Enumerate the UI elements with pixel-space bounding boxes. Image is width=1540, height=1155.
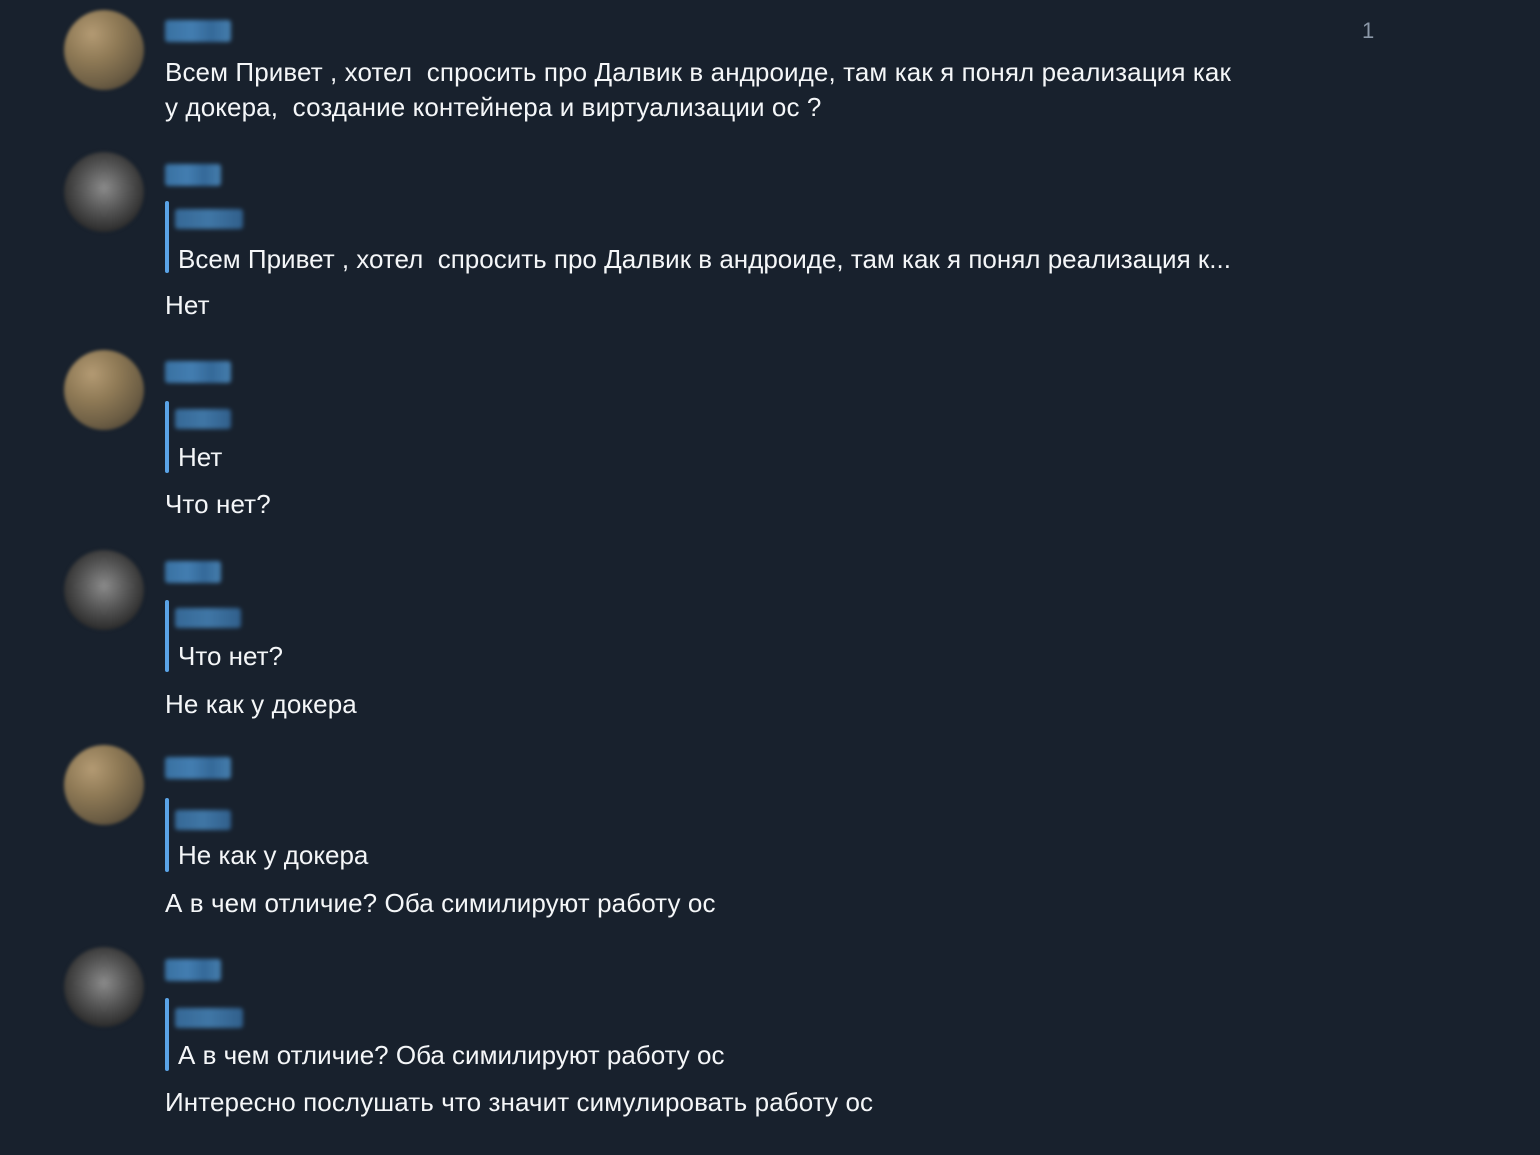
message-5: Не как у докера А в чем отличие? Оба сим… — [0, 745, 1540, 925]
blurred-username[interactable] — [165, 959, 221, 981]
quote-bar — [165, 600, 169, 672]
message-text: Что нет? — [165, 489, 271, 519]
blurred-quote-author — [175, 810, 231, 830]
message-text: Интересно послушать что значит симулиров… — [165, 1087, 874, 1117]
message-text-line-2: у докера, создание контейнера и виртуали… — [165, 92, 822, 122]
message-6: А в чем отличие? Оба симилируют работу о… — [0, 945, 1540, 1135]
message-text: Не как у докера — [165, 689, 357, 719]
quote-text: Не как у докера — [178, 840, 369, 870]
quote-text: Что нет? — [178, 641, 283, 671]
reply-quote[interactable]: А в чем отличие? Оба симилируют работу о… — [165, 998, 1395, 1071]
blurred-username[interactable] — [165, 20, 231, 42]
user-avatar[interactable] — [64, 745, 144, 825]
user-avatar[interactable] — [64, 947, 144, 1027]
reply-quote[interactable]: Нет — [165, 401, 1395, 473]
message-text: Нет — [165, 290, 210, 320]
quote-text: Всем Привет , хотел спросить про Далвик … — [178, 244, 1231, 274]
message-4: Что нет? Не как у докера — [0, 545, 1540, 725]
message-text: А в чем отличие? Оба симилируют работу о… — [165, 888, 716, 918]
message-3: Нет Что нет? — [0, 345, 1540, 525]
quote-bar — [165, 401, 169, 473]
message-text-line-1: Всем Привет , хотел спросить про Далвик … — [165, 57, 1231, 87]
blurred-username[interactable] — [165, 164, 221, 186]
user-avatar[interactable] — [64, 350, 144, 430]
blurred-quote-author — [175, 409, 231, 429]
unread-counter: 1 — [1362, 18, 1375, 43]
reply-quote[interactable]: Не как у докера — [165, 798, 1395, 872]
blurred-quote-author — [175, 1008, 243, 1028]
quote-text: Нет — [178, 442, 223, 472]
reply-quote[interactable]: Что нет? — [165, 600, 1395, 672]
user-avatar[interactable] — [64, 152, 144, 232]
quote-bar — [165, 998, 169, 1071]
quote-bar — [165, 798, 169, 872]
blurred-username[interactable] — [165, 561, 221, 583]
quote-text: А в чем отличие? Оба симилируют работу о… — [178, 1040, 725, 1070]
message-2: Всем Привет , хотел спросить про Далвик … — [0, 150, 1540, 330]
blurred-username[interactable] — [165, 757, 231, 779]
quote-bar — [165, 201, 169, 273]
blurred-quote-author — [175, 209, 243, 229]
blurred-username[interactable] — [165, 361, 231, 383]
blurred-quote-author — [175, 608, 241, 628]
user-avatar[interactable] — [64, 10, 144, 90]
reply-quote[interactable]: Всем Привет , хотел спросить про Далвик … — [165, 201, 1395, 274]
message-1: 1 Всем Привет , хотел спросить про Далви… — [0, 0, 1540, 130]
user-avatar[interactable] — [64, 550, 144, 630]
